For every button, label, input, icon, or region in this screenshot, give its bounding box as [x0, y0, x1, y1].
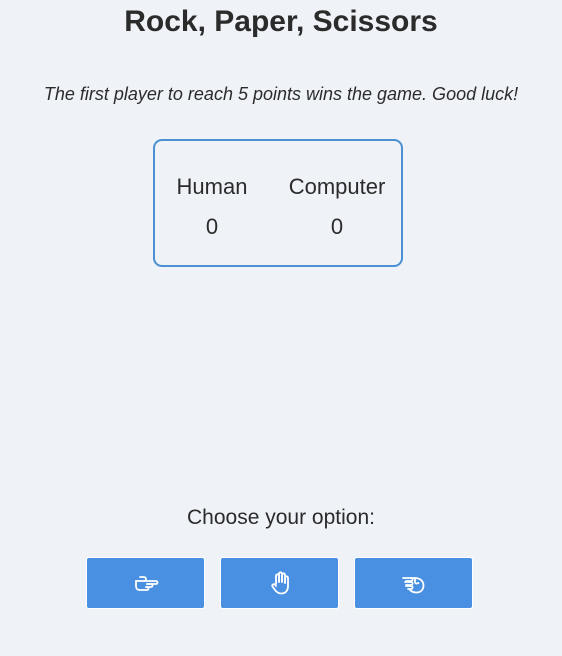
scoreboard: Human 0 Computer 0	[153, 139, 403, 267]
choice-buttons	[86, 557, 474, 610]
rock-button[interactable]	[354, 557, 473, 609]
paper-button[interactable]	[220, 557, 339, 609]
game-title: Rock, Paper, Scissors	[124, 5, 438, 38]
scissors-button[interactable]	[86, 557, 205, 609]
computer-score-panel: Computer 0	[277, 173, 397, 241]
game-rules-text: The first player to reach 5 points wins …	[43, 84, 519, 104]
computer-score: 0	[330, 214, 344, 239]
human-score-panel: Human 0	[162, 173, 262, 241]
scissors-hand-icon	[132, 571, 160, 595]
paper-hand-icon	[266, 571, 294, 595]
computer-label: Computer	[288, 174, 386, 199]
human-label: Human	[176, 174, 248, 199]
human-score: 0	[205, 214, 219, 239]
choose-option-prompt: Choose your option:	[187, 506, 375, 529]
rock-hand-icon	[400, 571, 428, 595]
